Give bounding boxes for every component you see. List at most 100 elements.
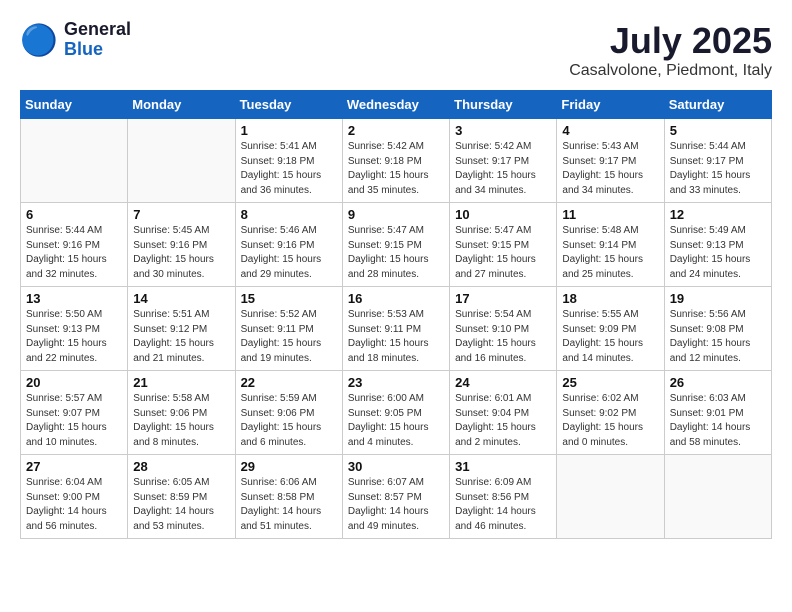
day-info: Sunrise: 5:56 AM Sunset: 9:08 PM Dayligh…	[670, 308, 766, 366]
calendar-cell: 16 Sunrise: 5:53 AM Sunset: 9:11 PM Dayli…	[342, 287, 449, 371]
day-info: Sunrise: 6:03 AM Sunset: 9:01 PM Dayligh…	[670, 392, 766, 450]
calendar-week-3: 20Sunrise: 5:57 AM Sunset: 9:07 PM Dayli…	[21, 371, 772, 455]
day-number: 17	[455, 291, 551, 306]
page-header: 🔵 General Blue July 2025 Casalvolone, Pi…	[20, 20, 772, 80]
day-number: 6	[26, 207, 122, 222]
day-info: Sunrise: 6:07 AM Sunset: 8:57 PM Dayligh…	[348, 476, 444, 534]
day-info: Sunrise: 5:55 AM Sunset: 9:09 PM Dayligh…	[562, 308, 658, 366]
day-number: 8	[241, 207, 337, 222]
day-number: 29	[241, 459, 337, 474]
calendar-cell: 23 Sunrise: 6:00 AM Sunset: 9:05 PM Dayli…	[342, 371, 449, 455]
calendar-cell: 19 Sunrise: 5:56 AM Sunset: 9:08 PM Dayli…	[664, 287, 771, 371]
title-block: July 2025 Casalvolone, Piedmont, Italy	[569, 20, 772, 80]
day-info: Sunrise: 6:00 AM Sunset: 9:05 PM Dayligh…	[348, 392, 444, 450]
logo-text-block: General Blue	[64, 20, 131, 60]
day-number: 1	[241, 123, 337, 138]
day-info: Sunrise: 5:49 AM Sunset: 9:13 PM Dayligh…	[670, 224, 766, 282]
calendar-week-0: 1 Sunrise: 5:41 AM Sunset: 9:18 PM Daylig…	[21, 119, 772, 203]
calendar-cell: 11Sunrise: 5:48 AM Sunset: 9:14 PM Dayli…	[557, 203, 664, 287]
svg-text:🔵: 🔵	[20, 22, 58, 57]
calendar-cell: 22 Sunrise: 5:59 AM Sunset: 9:06 PM Dayli…	[235, 371, 342, 455]
day-number: 5	[670, 123, 766, 138]
weekday-header-friday: Friday	[557, 91, 664, 119]
day-number: 31	[455, 459, 551, 474]
calendar-cell: 8 Sunrise: 5:46 AM Sunset: 9:16 PM Daylig…	[235, 203, 342, 287]
calendar-cell: 5 Sunrise: 5:44 AM Sunset: 9:17 PM Daylig…	[664, 119, 771, 203]
calendar-cell: 31 Sunrise: 6:09 AM Sunset: 8:56 PM Dayli…	[450, 455, 557, 539]
day-info: Sunrise: 5:58 AM Sunset: 9:06 PM Dayligh…	[133, 392, 229, 450]
calendar-cell: 17 Sunrise: 5:54 AM Sunset: 9:10 PM Dayli…	[450, 287, 557, 371]
weekday-header-saturday: Saturday	[664, 91, 771, 119]
day-info: Sunrise: 5:41 AM Sunset: 9:18 PM Dayligh…	[241, 140, 337, 198]
day-number: 23	[348, 375, 444, 390]
day-info: Sunrise: 5:47 AM Sunset: 9:15 PM Dayligh…	[455, 224, 551, 282]
calendar-cell: 27 Sunrise: 6:04 AM Sunset: 9:00 PM Dayli…	[21, 455, 128, 539]
day-info: Sunrise: 5:59 AM Sunset: 9:06 PM Dayligh…	[241, 392, 337, 450]
weekday-header-wednesday: Wednesday	[342, 91, 449, 119]
calendar-cell: 24 Sunrise: 6:01 AM Sunset: 9:04 PM Dayli…	[450, 371, 557, 455]
logo-general: General	[64, 20, 131, 40]
day-info: Sunrise: 5:54 AM Sunset: 9:10 PM Dayligh…	[455, 308, 551, 366]
calendar-cell: 1 Sunrise: 5:41 AM Sunset: 9:18 PM Daylig…	[235, 119, 342, 203]
day-info: Sunrise: 6:09 AM Sunset: 8:56 PM Dayligh…	[455, 476, 551, 534]
day-number: 11	[562, 207, 658, 222]
day-number: 9	[348, 207, 444, 222]
weekday-header-row: SundayMondayTuesdayWednesdayThursdayFrid…	[21, 91, 772, 119]
day-number: 21	[133, 375, 229, 390]
calendar-cell: 29Sunrise: 6:06 AM Sunset: 8:58 PM Dayli…	[235, 455, 342, 539]
calendar-week-2: 13 Sunrise: 5:50 AM Sunset: 9:13 PM Dayli…	[21, 287, 772, 371]
calendar-cell: 25Sunrise: 6:02 AM Sunset: 9:02 PM Dayli…	[557, 371, 664, 455]
calendar-cell: 9Sunrise: 5:47 AM Sunset: 9:15 PM Daylig…	[342, 203, 449, 287]
day-number: 7	[133, 207, 229, 222]
day-number: 25	[562, 375, 658, 390]
weekday-header-monday: Monday	[128, 91, 235, 119]
day-info: Sunrise: 6:05 AM Sunset: 8:59 PM Dayligh…	[133, 476, 229, 534]
calendar-cell: 26 Sunrise: 6:03 AM Sunset: 9:01 PM Dayli…	[664, 371, 771, 455]
calendar-cell	[21, 119, 128, 203]
day-info: Sunrise: 5:44 AM Sunset: 9:17 PM Dayligh…	[670, 140, 766, 198]
calendar-cell: 15 Sunrise: 5:52 AM Sunset: 9:11 PM Dayli…	[235, 287, 342, 371]
day-number: 18	[562, 291, 658, 306]
calendar-week-1: 6Sunrise: 5:44 AM Sunset: 9:16 PM Daylig…	[21, 203, 772, 287]
weekday-header-thursday: Thursday	[450, 91, 557, 119]
calendar-cell: 21 Sunrise: 5:58 AM Sunset: 9:06 PM Dayli…	[128, 371, 235, 455]
day-number: 12	[670, 207, 766, 222]
day-number: 19	[670, 291, 766, 306]
calendar-week-4: 27 Sunrise: 6:04 AM Sunset: 9:00 PM Dayli…	[21, 455, 772, 539]
day-number: 2	[348, 123, 444, 138]
day-number: 22	[241, 375, 337, 390]
weekday-header-sunday: Sunday	[21, 91, 128, 119]
calendar-cell: 13 Sunrise: 5:50 AM Sunset: 9:13 PM Dayli…	[21, 287, 128, 371]
day-info: Sunrise: 5:53 AM Sunset: 9:11 PM Dayligh…	[348, 308, 444, 366]
calendar-cell: 30 Sunrise: 6:07 AM Sunset: 8:57 PM Dayli…	[342, 455, 449, 539]
calendar-cell: 18 Sunrise: 5:55 AM Sunset: 9:09 PM Dayli…	[557, 287, 664, 371]
calendar-cell: 28Sunrise: 6:05 AM Sunset: 8:59 PM Dayli…	[128, 455, 235, 539]
day-info: Sunrise: 6:01 AM Sunset: 9:04 PM Dayligh…	[455, 392, 551, 450]
location-title: Casalvolone, Piedmont, Italy	[569, 62, 772, 80]
day-number: 24	[455, 375, 551, 390]
day-number: 26	[670, 375, 766, 390]
calendar-cell: 4Sunrise: 5:43 AM Sunset: 9:17 PM Daylig…	[557, 119, 664, 203]
calendar-cell: 2 Sunrise: 5:42 AM Sunset: 9:18 PM Daylig…	[342, 119, 449, 203]
day-number: 3	[455, 123, 551, 138]
day-number: 13	[26, 291, 122, 306]
calendar-table: SundayMondayTuesdayWednesdayThursdayFrid…	[20, 90, 772, 539]
calendar-cell: 14Sunrise: 5:51 AM Sunset: 9:12 PM Dayli…	[128, 287, 235, 371]
day-info: Sunrise: 5:42 AM Sunset: 9:18 PM Dayligh…	[348, 140, 444, 198]
day-number: 15	[241, 291, 337, 306]
day-info: Sunrise: 5:52 AM Sunset: 9:11 PM Dayligh…	[241, 308, 337, 366]
day-info: Sunrise: 5:46 AM Sunset: 9:16 PM Dayligh…	[241, 224, 337, 282]
day-info: Sunrise: 5:50 AM Sunset: 9:13 PM Dayligh…	[26, 308, 122, 366]
calendar-cell: 12 Sunrise: 5:49 AM Sunset: 9:13 PM Dayli…	[664, 203, 771, 287]
calendar-cell	[664, 455, 771, 539]
day-number: 14	[133, 291, 229, 306]
day-info: Sunrise: 5:43 AM Sunset: 9:17 PM Dayligh…	[562, 140, 658, 198]
day-number: 27	[26, 459, 122, 474]
logo-bird-icon: 🔵	[20, 20, 60, 60]
day-number: 10	[455, 207, 551, 222]
calendar-cell	[128, 119, 235, 203]
day-number: 16	[348, 291, 444, 306]
day-info: Sunrise: 6:04 AM Sunset: 9:00 PM Dayligh…	[26, 476, 122, 534]
day-number: 30	[348, 459, 444, 474]
day-number: 20	[26, 375, 122, 390]
